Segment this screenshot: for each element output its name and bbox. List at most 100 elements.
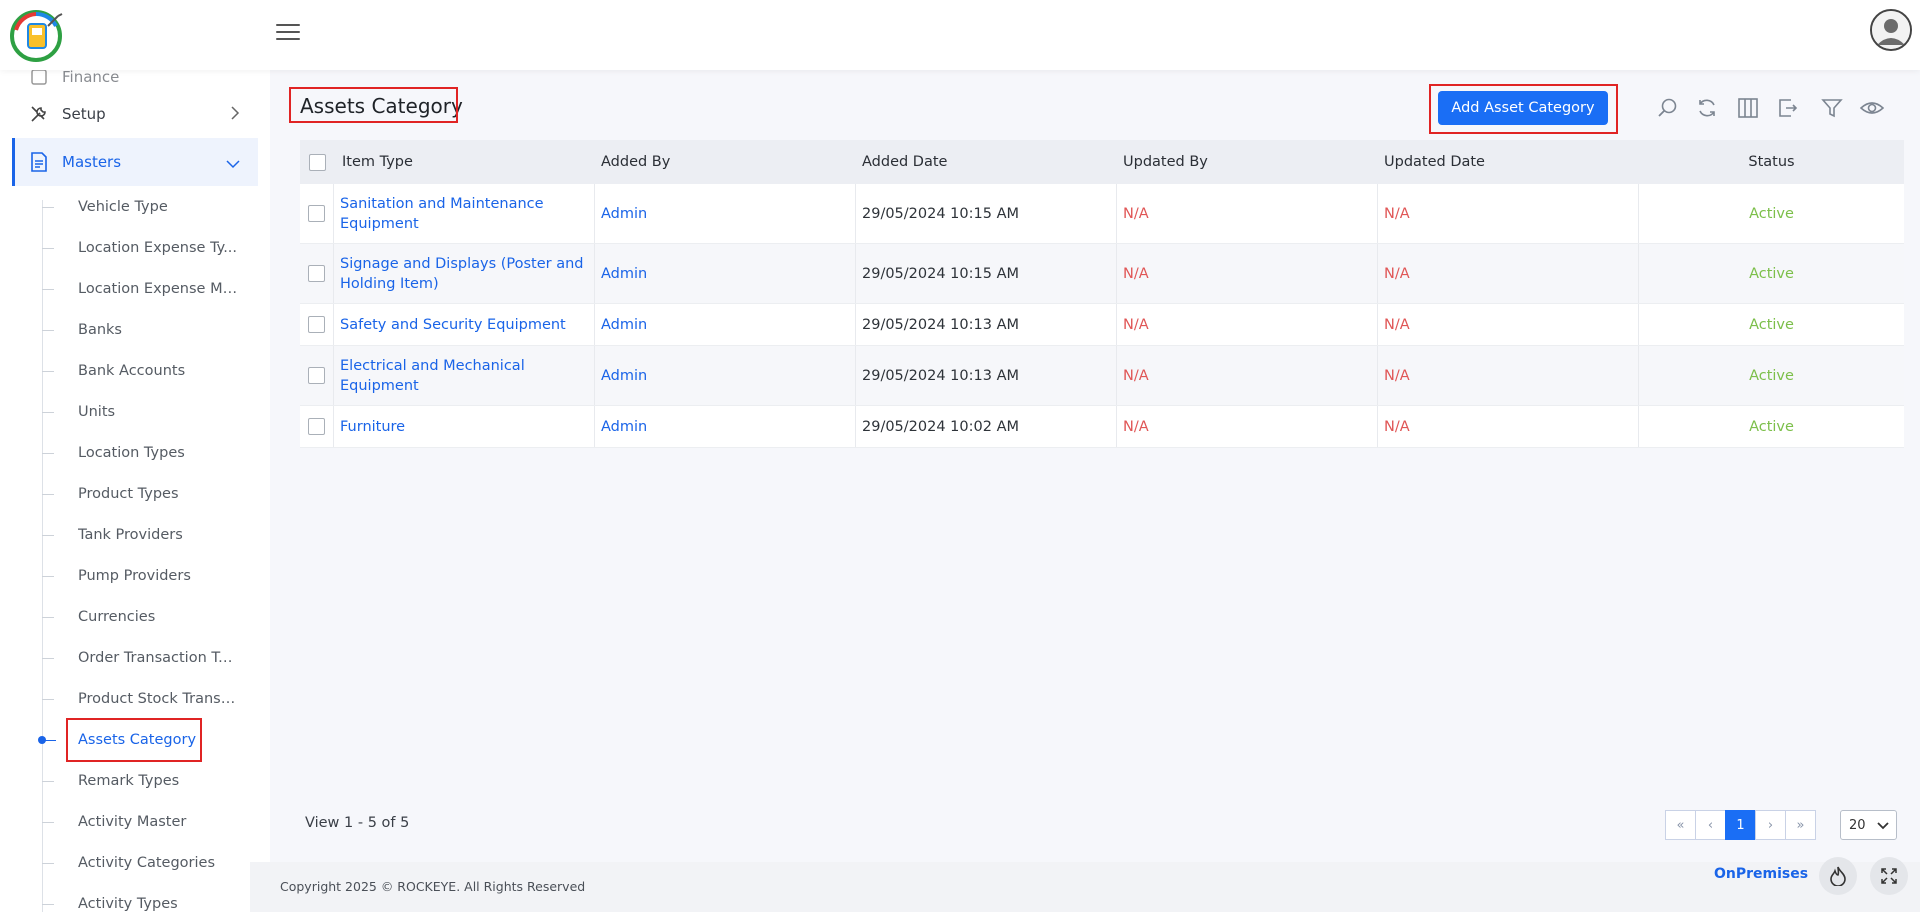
column-header-added-by[interactable]: Added By: [595, 140, 856, 184]
updated-by-text: N/A: [1123, 316, 1149, 333]
column-header-updated-by[interactable]: Updated By: [1117, 140, 1378, 184]
item-type-link[interactable]: Signage and Displays (Poster and Holding…: [340, 254, 588, 294]
sidebar-subitem-label: Order Transaction Ty...: [78, 650, 238, 666]
pagination: « ‹ 1 › »: [1665, 810, 1816, 840]
added-date-cell: 29/05/2024 10:13 AM: [856, 304, 1117, 345]
added-by-link[interactable]: Admin: [601, 264, 647, 284]
prev-page-button[interactable]: ‹: [1695, 810, 1726, 840]
sidebar-subitem-label: Product Stock Transa...: [78, 691, 238, 707]
column-header-item-type[interactable]: Item Type: [334, 140, 595, 184]
sidebar-subitem[interactable]: Vehicle Type: [42, 187, 262, 227]
updated-by-text: N/A: [1123, 205, 1149, 222]
eye-icon[interactable]: [1860, 96, 1884, 120]
row-checkbox[interactable]: [308, 205, 325, 222]
sidebar-item-setup[interactable]: Setup: [12, 92, 258, 136]
item-type-link[interactable]: Electrical and Mechanical Equipment: [340, 356, 588, 396]
select-all-checkbox[interactable]: [308, 153, 326, 171]
sidebar-subitem-assets-category[interactable]: Assets Category: [38, 720, 262, 760]
row-checkbox-cell: [300, 244, 334, 303]
last-page-button[interactable]: »: [1785, 810, 1816, 840]
item-type-cell: Electrical and Mechanical Equipment: [334, 346, 595, 405]
user-avatar-icon[interactable]: [1870, 9, 1912, 51]
sidebar-subitem-label: Bank Accounts: [78, 363, 186, 379]
added-by-link[interactable]: Admin: [601, 366, 647, 386]
hamburger-menu-icon[interactable]: [276, 24, 300, 44]
updated-by-text: N/A: [1123, 265, 1149, 282]
row-checkbox[interactable]: [308, 367, 325, 384]
filter-icon[interactable]: [1820, 96, 1844, 120]
sidebar-subitem[interactable]: Pump Providers: [42, 556, 262, 596]
sidebar-subitem[interactable]: Activity Categories: [42, 843, 262, 883]
row-checkbox[interactable]: [308, 316, 325, 333]
page-size-select[interactable]: 20: [1840, 810, 1897, 840]
sidebar: Finance Setup Masters Vehicle Type Locat…: [0, 70, 270, 912]
refresh-icon[interactable]: [1695, 96, 1719, 120]
sidebar-subitem[interactable]: Currencies: [42, 597, 262, 637]
updated-date-cell: N/A: [1378, 304, 1639, 345]
columns-icon[interactable]: [1736, 96, 1760, 120]
fuel-station-logo-icon[interactable]: [8, 6, 66, 64]
sidebar-subitem[interactable]: Product Stock Transa...: [42, 679, 262, 719]
updated-by-cell: N/A: [1117, 244, 1378, 303]
sidebar-subitem[interactable]: Order Transaction Ty...: [42, 638, 262, 678]
fullscreen-icon[interactable]: [1870, 857, 1908, 895]
updated-date-text: N/A: [1384, 418, 1410, 435]
next-page-button[interactable]: ›: [1755, 810, 1786, 840]
added-by-cell: Admin: [595, 346, 856, 405]
sidebar-subitem-label: Activity Types: [78, 896, 178, 912]
sidebar-item-masters[interactable]: Masters: [12, 138, 258, 186]
added-by-link[interactable]: Admin: [601, 204, 647, 224]
sidebar-subitem-label: Product Types: [78, 486, 179, 502]
added-date-cell: 29/05/2024 10:15 AM: [856, 184, 1117, 243]
page-number-button[interactable]: 1: [1725, 810, 1756, 840]
deployment-mode-link[interactable]: OnPremises: [1714, 866, 1808, 882]
item-type-link[interactable]: Safety and Security Equipment: [340, 315, 566, 335]
table-header: Item Type Added By Added Date Updated By…: [300, 140, 1904, 184]
add-asset-category-button[interactable]: Add Asset Category: [1438, 91, 1608, 125]
row-checkbox-cell: [300, 406, 334, 447]
sidebar-subitem[interactable]: Product Types: [42, 474, 262, 514]
column-header-added-date[interactable]: Added Date: [856, 140, 1117, 184]
item-type-link[interactable]: Furniture: [340, 417, 405, 437]
updated-by-cell: N/A: [1117, 184, 1378, 243]
sidebar-subitem-label: Tank Providers: [78, 527, 183, 543]
flame-icon[interactable]: [1819, 857, 1857, 895]
export-icon[interactable]: [1776, 96, 1800, 120]
search-icon[interactable]: [1656, 96, 1680, 120]
sidebar-subitem[interactable]: Remark Types: [42, 761, 262, 801]
status-badge: Active: [1749, 367, 1794, 384]
sidebar-subitem[interactable]: Units: [42, 392, 262, 432]
sidebar-item-finance[interactable]: Finance: [12, 70, 258, 92]
added-date-cell: 29/05/2024 10:02 AM: [856, 406, 1117, 447]
updated-date-text: N/A: [1384, 316, 1410, 333]
page-size-value: 20: [1849, 817, 1866, 833]
row-checkbox[interactable]: [308, 265, 325, 282]
column-header-status[interactable]: Status: [1639, 140, 1904, 184]
sidebar-subitem[interactable]: Banks: [42, 310, 262, 350]
sidebar-item-label: Masters: [62, 153, 122, 171]
status-badge: Active: [1749, 418, 1794, 435]
sidebar-subitem[interactable]: Location Types: [42, 433, 262, 473]
sidebar-subitem-label: Currencies: [78, 609, 156, 625]
added-date-cell: 29/05/2024 10:15 AM: [856, 244, 1117, 303]
added-by-link[interactable]: Admin: [601, 315, 647, 335]
updated-date-cell: N/A: [1378, 406, 1639, 447]
updated-by-text: N/A: [1123, 418, 1149, 435]
sidebar-subitem[interactable]: Activity Types: [42, 884, 262, 912]
column-header-updated-date[interactable]: Updated Date: [1378, 140, 1639, 184]
sidebar-subitem[interactable]: Bank Accounts: [42, 351, 262, 391]
row-checkbox[interactable]: [308, 418, 325, 435]
updated-by-text: N/A: [1123, 367, 1149, 384]
sidebar-subitem-label: Assets Category: [78, 732, 197, 748]
sidebar-subitem[interactable]: Tank Providers: [42, 515, 262, 555]
sidebar-subitem-label: Activity Categories: [78, 855, 215, 871]
added-by-link[interactable]: Admin: [601, 417, 647, 437]
top-header: [0, 0, 1920, 70]
chevron-right-icon: [230, 106, 240, 124]
item-type-link[interactable]: Sanitation and Maintenance Equipment: [340, 194, 588, 234]
sidebar-subitem-label: Remark Types: [78, 773, 180, 789]
sidebar-subitem[interactable]: Location Expense Ty...: [42, 228, 262, 268]
sidebar-subitem[interactable]: Location Expense Ma...: [42, 269, 262, 309]
first-page-button[interactable]: «: [1665, 810, 1696, 840]
sidebar-subitem[interactable]: Activity Master: [42, 802, 262, 842]
